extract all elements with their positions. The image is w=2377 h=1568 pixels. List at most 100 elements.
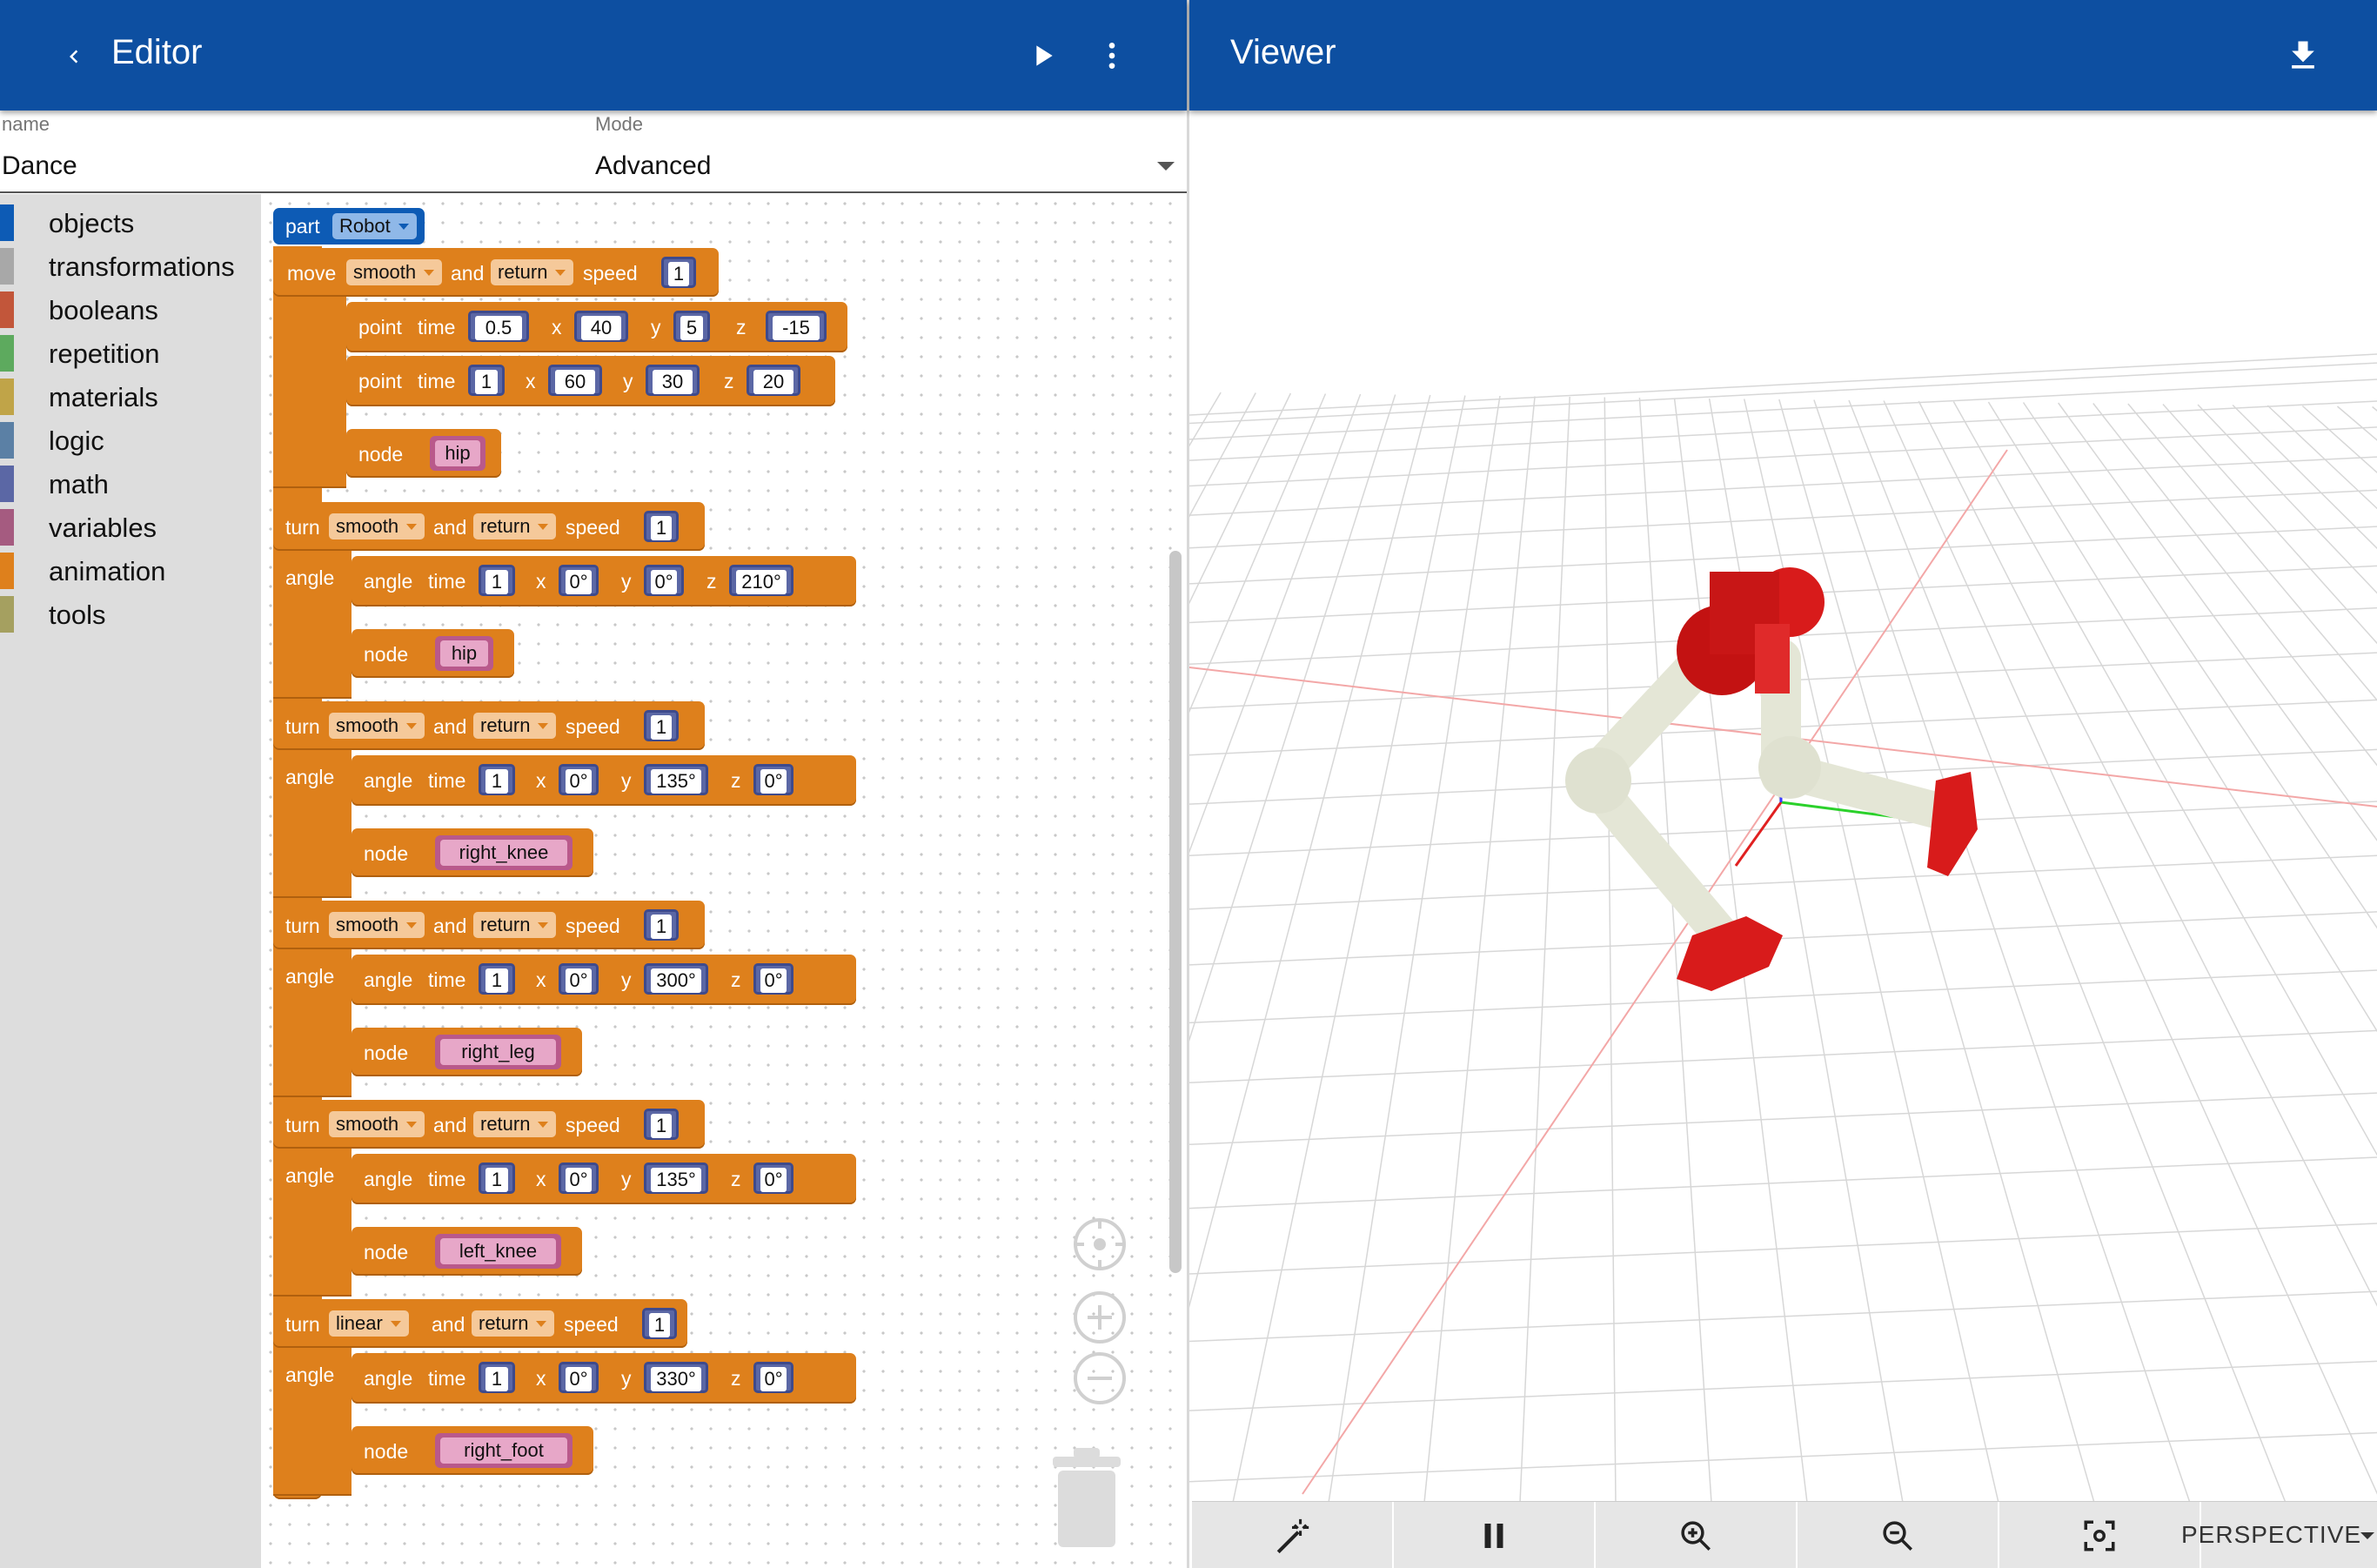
point-block[interactable]: point time 0.5 x 40 y 5 z -15 xyxy=(346,302,847,352)
node-block[interactable]: node right_leg xyxy=(352,1028,582,1076)
node-block[interactable]: node hip xyxy=(352,629,514,678)
turn-block[interactable]: turn smooth and return speed 1 xyxy=(273,901,705,949)
y-input[interactable]: 300° xyxy=(644,963,708,995)
speed-input[interactable]: 1 xyxy=(644,1109,679,1140)
name-field[interactable]: Dance xyxy=(2,151,77,181)
angle-block[interactable]: angle time 1 x 0° y 135° z 0° xyxy=(352,1154,856,1204)
viewer-zoom-in-button[interactable] xyxy=(1596,1502,1798,1568)
time-input[interactable]: 1 xyxy=(468,365,505,396)
speed-input[interactable]: 1 xyxy=(644,511,679,542)
x-input[interactable]: 0° xyxy=(559,764,599,795)
z-input[interactable]: 0° xyxy=(753,1163,793,1194)
run-button[interactable] xyxy=(1020,33,1065,78)
point-block[interactable]: point time 1 x 60 y 30 z 20 xyxy=(346,356,835,406)
toolbox-category-logic[interactable]: logic xyxy=(0,420,261,460)
mode-dropdown[interactable]: return xyxy=(473,713,557,739)
mode-dropdown[interactable]: return xyxy=(473,912,557,938)
time-input[interactable]: 1 xyxy=(479,1362,515,1393)
zoom-in-button[interactable] xyxy=(1074,1291,1126,1344)
toolbox-category-materials[interactable]: materials xyxy=(0,377,261,417)
easing-dropdown[interactable]: smooth xyxy=(329,912,425,938)
y-input[interactable]: 330° xyxy=(644,1362,708,1393)
speed-input[interactable]: 1 xyxy=(642,1308,677,1339)
recenter-button[interactable] xyxy=(1074,1218,1126,1270)
x-input[interactable]: 0° xyxy=(559,1163,599,1194)
turn-block[interactable]: turn smooth and return speed 1 xyxy=(273,502,705,551)
node-block[interactable]: node left_knee xyxy=(352,1227,582,1276)
angle-block[interactable]: angle time 1 x 0° y 0° z 210° xyxy=(352,556,856,606)
3d-viewport[interactable] xyxy=(1189,111,2377,1501)
x-input[interactable]: 60 xyxy=(548,365,602,396)
caret-down-icon[interactable] xyxy=(1155,160,1176,172)
auto-fit-button[interactable] xyxy=(1192,1502,1394,1568)
easing-dropdown[interactable]: linear xyxy=(329,1310,409,1337)
node-input[interactable]: right_knee xyxy=(435,835,572,870)
z-input[interactable]: 20 xyxy=(747,365,800,396)
y-input[interactable]: 5 xyxy=(673,311,710,342)
node-block[interactable]: node right_foot xyxy=(352,1426,593,1475)
easing-dropdown[interactable]: smooth xyxy=(346,259,443,285)
time-input[interactable]: 0.5 xyxy=(468,311,529,342)
speed-input[interactable]: 1 xyxy=(661,257,696,288)
x-input[interactable]: 40 xyxy=(574,311,628,342)
toolbox-category-booleans[interactable]: booleans xyxy=(0,290,261,330)
speed-input[interactable]: 1 xyxy=(644,909,679,941)
turn-block[interactable]: turn smooth and return speed 1 xyxy=(273,1100,705,1149)
projection-select[interactable]: PERSPECTIVE xyxy=(2181,1521,2361,1549)
node-block[interactable]: node hip xyxy=(346,429,501,478)
x-input[interactable]: 0° xyxy=(559,963,599,995)
3d-scene[interactable] xyxy=(1189,111,2377,1501)
mode-select[interactable]: Advanced xyxy=(595,151,711,181)
toolbox-category-objects[interactable]: objects xyxy=(0,203,261,243)
time-input[interactable]: 1 xyxy=(479,565,515,596)
turn-block[interactable]: turn smooth and return speed 1 xyxy=(273,701,705,750)
time-input[interactable]: 1 xyxy=(479,963,515,995)
center-view-button[interactable] xyxy=(1999,1502,2201,1568)
toolbox-category-animation[interactable]: animation xyxy=(0,551,261,591)
speed-input[interactable]: 1 xyxy=(644,710,679,741)
y-input[interactable]: 135° xyxy=(644,1163,708,1194)
toolbox-category-math[interactable]: math xyxy=(0,464,261,504)
trash-icon[interactable] xyxy=(1051,1448,1122,1549)
move-block[interactable]: move smooth and return speed 1 xyxy=(273,248,719,297)
more-options-button[interactable] xyxy=(1089,33,1135,78)
toolbox-category-tools[interactable]: tools xyxy=(0,594,261,634)
part-block[interactable]: part Robot xyxy=(273,208,425,245)
caret-down-icon[interactable] xyxy=(2360,1531,2375,1542)
toolbox-category-transformations[interactable]: transformations xyxy=(0,246,261,286)
z-input[interactable]: 0° xyxy=(753,963,793,995)
node-input[interactable]: hip xyxy=(430,436,485,471)
angle-block[interactable]: angle time 1 x 0° y 300° z 0° xyxy=(352,955,856,1005)
part-dropdown[interactable]: Robot xyxy=(332,213,417,239)
time-input[interactable]: 1 xyxy=(479,764,515,795)
node-input[interactable]: right_leg xyxy=(435,1035,561,1069)
node-block[interactable]: node right_knee xyxy=(352,828,593,877)
toolbox-category-repetition[interactable]: repetition xyxy=(0,333,261,373)
node-input[interactable]: right_foot xyxy=(435,1433,572,1468)
time-input[interactable]: 1 xyxy=(479,1163,515,1194)
z-input[interactable]: -15 xyxy=(766,311,827,342)
zoom-out-button[interactable] xyxy=(1074,1352,1126,1404)
node-input[interactable]: hip xyxy=(435,636,493,671)
z-input[interactable]: 210° xyxy=(729,565,793,596)
back-button[interactable] xyxy=(52,35,96,78)
x-input[interactable]: 0° xyxy=(559,1362,599,1393)
y-input[interactable]: 30 xyxy=(646,365,700,396)
pause-button[interactable] xyxy=(1394,1502,1596,1568)
mode-dropdown[interactable]: return xyxy=(472,1310,555,1337)
angle-block[interactable]: angle time 1 x 0° y 330° z 0° xyxy=(352,1353,856,1404)
y-input[interactable]: 135° xyxy=(644,764,708,795)
y-input[interactable]: 0° xyxy=(644,565,684,596)
easing-dropdown[interactable]: smooth xyxy=(329,713,425,739)
easing-dropdown[interactable]: smooth xyxy=(329,513,425,539)
z-input[interactable]: 0° xyxy=(753,764,793,795)
viewer-zoom-out-button[interactable] xyxy=(1798,1502,1999,1568)
node-input[interactable]: left_knee xyxy=(435,1234,561,1269)
workspace-scrollbar[interactable] xyxy=(1169,551,1182,1273)
z-input[interactable]: 0° xyxy=(753,1362,793,1393)
x-input[interactable]: 0° xyxy=(559,565,599,596)
mode-dropdown[interactable]: return xyxy=(473,1111,557,1137)
angle-block[interactable]: angle time 1 x 0° y 135° z 0° xyxy=(352,755,856,806)
mode-dropdown[interactable]: return xyxy=(491,259,574,285)
toolbox-category-variables[interactable]: variables xyxy=(0,507,261,547)
